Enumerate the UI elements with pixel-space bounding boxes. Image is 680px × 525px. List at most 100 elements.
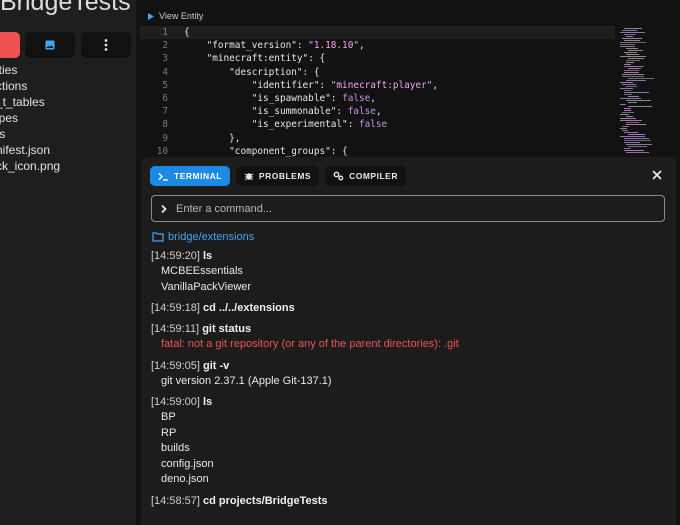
file-tree-item[interactable]: ck_icon.png [0,158,60,174]
minimap-line [620,46,635,47]
breadcrumb[interactable]: View Entity [148,11,203,21]
code-line[interactable]: 3 "minecraft:entity": { [140,52,615,65]
add-file-button[interactable] [0,32,20,58]
current-directory-label: bridge/extensions [168,231,255,243]
code-line[interactable]: 9 }, [140,132,615,145]
tab-problems[interactable]: PROBLEMS [235,166,320,186]
timestamp: [14:59:05] [151,359,200,372]
json-punctuation: , [370,92,376,104]
json-separator: : [330,92,343,104]
code-editor[interactable]: View Entity 1{2 "format_version": "1.18.… [140,0,680,158]
minimap[interactable] [616,26,680,156]
panel-tabs: TERMINAL PROBLEMS COMPILER [150,166,406,186]
file-tree-item[interactable]: nifest.json [0,142,60,158]
command-text: cd projects/BridgeTests [203,494,328,507]
terminal-entry: [14:59:11] git status fatal: not a git re… [151,322,661,353]
code-line[interactable]: 8 "is_experimental": false [140,118,615,131]
code-line[interactable]: 5 "identifier": "minecraft:player", [140,79,615,92]
tab-compiler[interactable]: COMPILER [325,166,406,186]
json-boolean-value: false [347,106,376,118]
output-line: config.json [161,457,214,470]
dots-vertical-icon [104,39,108,51]
file-tree-item[interactable]: ipes [0,110,60,126]
minimap-line [622,130,628,131]
json-punctuation: , [432,79,439,91]
minimap-line [628,106,652,107]
code-lines[interactable]: 1{2 "format_version": "1.18.10", 3 "minec… [140,26,615,158]
tab-terminal[interactable]: TERMINAL [150,166,230,186]
line-number: 8 [162,119,168,131]
tab-label: COMPILER [349,171,398,181]
minimap-line [620,98,641,99]
close-icon [652,170,662,180]
close-panel-button[interactable] [649,167,665,183]
command-input[interactable] [176,202,646,215]
minimap-line [624,90,631,91]
more-options-button[interactable] [81,32,131,58]
minimap-line [626,62,634,63]
minimap-line [620,56,646,57]
file-tree-item[interactable]: ts [0,126,60,142]
minimap-line [628,78,654,79]
command-text: git status [202,323,252,335]
file-tree-item[interactable]: _t_tables [0,94,60,110]
current-directory[interactable]: bridge/extensions [152,231,254,243]
minimap-line [626,36,633,37]
code-line[interactable]: 7 "is_summonable": false, [140,105,615,118]
file-tree-item[interactable]: ities [0,62,60,78]
code-line[interactable]: 1{ [140,26,615,40]
output-line: MCBEEssentials [161,265,243,277]
terminal-entry-header: [14:59:20] ls [151,249,661,264]
code-line[interactable]: 4 "description": { [140,66,615,79]
minimap-line [620,128,627,129]
error-output-line: fatal: not a git repository (or any of t… [161,338,459,350]
project-title: BridgeTests [0,0,131,16]
bug-icon [244,171,254,181]
chevron-right-icon [161,204,167,213]
terminal-entry-header: [14:59:05] git -v [151,359,661,374]
line-number: 7 [162,106,168,118]
minimap-line [620,136,645,137]
output-line: RP [161,426,177,439]
file-tree-item[interactable]: ctions [0,78,60,94]
minimap-line [620,104,626,105]
terminal-icon [158,172,169,181]
terminal-log: [14:59:20] ls MCBEEssentials VanillaPackVi… [151,249,661,515]
code-line[interactable]: 2 "format_version": "1.18.10", [140,39,615,52]
minimap-line [622,76,644,77]
minimap-line [624,140,651,141]
minimap-line [626,60,640,61]
folder-icon [152,232,164,242]
minimap-line [626,122,639,123]
json-string-value: "minecraft:player" [330,79,433,91]
json-separator: : [347,119,359,131]
play-icon [148,12,154,20]
json-punctuation: , [375,106,382,118]
line-number: 4 [162,66,168,78]
json-punctuation: , [359,40,365,52]
command-text: ls [203,396,213,408]
json-string-value: "1.18.10" [308,40,359,52]
minimap-line [628,102,637,103]
minimap-line [624,110,631,111]
image-button[interactable] [25,32,75,58]
minimap-line [624,40,640,41]
output-line: builds [161,442,190,454]
plus-icon [6,41,14,49]
command-input-box[interactable] [151,195,665,222]
json-punctuation: { [313,66,320,78]
output-line: VanillaPackViewer [161,280,252,293]
minimap-line [628,58,644,59]
minimap-line [626,100,651,101]
file-tree: itiesctions_t_tablesipestsnifest.jsonck_… [0,62,60,174]
minimap-line [626,80,646,81]
code-line[interactable]: 6 "is_spawnable": false, [140,92,615,105]
minimap-line [626,116,633,117]
minimap-line [622,112,634,113]
minimap-line [628,50,643,51]
minimap-line [620,82,633,83]
code-line[interactable]: 10 "component_groups": { [140,145,615,158]
